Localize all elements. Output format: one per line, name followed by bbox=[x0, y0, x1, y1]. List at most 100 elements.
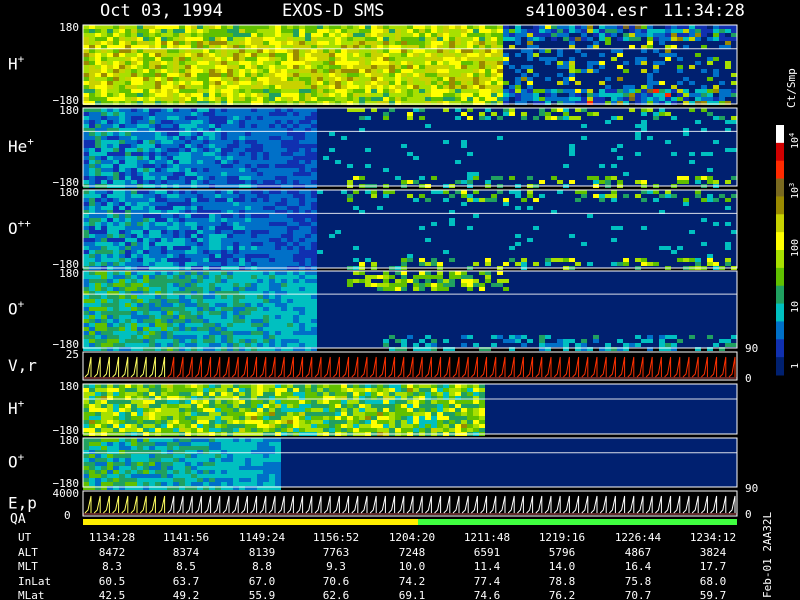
panel-2 bbox=[82, 189, 738, 270]
panel-label-4: V,r bbox=[8, 356, 37, 375]
ephemeris-cell: 9.3 bbox=[326, 560, 346, 573]
ephemeris-row-label: InLat bbox=[18, 575, 51, 588]
ephemeris-cell: 1156:52 bbox=[313, 531, 359, 544]
colorbar-unit: Ct/Smp bbox=[785, 68, 798, 108]
ephemeris-cell: 1204:20 bbox=[389, 531, 435, 544]
ephemeris-cell: 16.4 bbox=[625, 560, 652, 573]
ephemeris-cell: 70.6 bbox=[323, 575, 350, 588]
colorbar-tick-100: 100 bbox=[790, 239, 800, 257]
ephemeris-cell: 49.2 bbox=[173, 589, 200, 600]
right-label-oplus2_90: 90 bbox=[745, 482, 758, 495]
panel-label-7: E,p bbox=[8, 494, 37, 513]
colorbar-swatch bbox=[776, 232, 784, 251]
colorbar-swatch bbox=[776, 142, 784, 162]
ephemeris-cell: 69.1 bbox=[399, 589, 426, 600]
ephemeris-cell: 3824 bbox=[700, 546, 727, 559]
ephemeris-cell: 55.9 bbox=[249, 589, 276, 600]
ephemeris-cell: 70.7 bbox=[625, 589, 652, 600]
ephemeris-cell: 59.7 bbox=[700, 589, 727, 600]
header-instrument: EXOS-D SMS bbox=[282, 1, 384, 21]
ep-zero-label: 0 bbox=[64, 509, 71, 522]
ephemeris-cell: 4867 bbox=[625, 546, 652, 559]
ephemeris-cell: 1226:44 bbox=[615, 531, 662, 544]
ephemeris-cell: 42.5 bbox=[99, 589, 126, 600]
right-label-ep_0: 0 bbox=[745, 508, 752, 521]
panel-7 bbox=[82, 490, 738, 517]
y-top-1: 180 bbox=[59, 104, 79, 117]
colorbar-tick-1: 1 bbox=[790, 363, 800, 369]
colorbar-tick-10: 10 bbox=[790, 301, 800, 313]
ephemeris-cell: 1141:56 bbox=[163, 531, 209, 544]
ephemeris-cell: 5796 bbox=[549, 546, 576, 559]
ephemeris-row-label: MLT bbox=[18, 560, 38, 573]
qa-label: QA bbox=[10, 512, 26, 527]
right-label-sweep_0: 0 bbox=[745, 372, 752, 385]
ephemeris-cell: 77.4 bbox=[474, 575, 501, 588]
header-time: 11:34:28 bbox=[663, 1, 745, 21]
header-file: s4100304.esr bbox=[525, 1, 648, 21]
ephemeris-cell: 8.3 bbox=[102, 560, 122, 573]
ephemeris-cell: 74.6 bbox=[474, 589, 501, 600]
y-top-0: 180 bbox=[59, 21, 79, 34]
colorbar-swatch bbox=[776, 250, 784, 269]
ephemeris-row-label: UT bbox=[18, 531, 32, 544]
ephemeris-cell: 1149:24 bbox=[239, 531, 286, 544]
colorbar-swatch bbox=[776, 303, 784, 322]
ephemeris-cell: 8.5 bbox=[176, 560, 196, 573]
ephemeris-cell: 10.0 bbox=[399, 560, 426, 573]
spectrogram-panels bbox=[82, 24, 738, 517]
colorbar-swatch bbox=[776, 178, 784, 197]
ephemeris-cell: 14.0 bbox=[549, 560, 576, 573]
colorbar-swatch bbox=[776, 125, 784, 144]
ephemeris-cell: 63.7 bbox=[173, 575, 200, 588]
y-top-4: 25 bbox=[66, 348, 79, 361]
panel-3 bbox=[82, 270, 738, 351]
ephemeris-cell: 76.2 bbox=[549, 589, 576, 600]
ephemeris-cell: 75.8 bbox=[625, 575, 652, 588]
colorbar-swatch bbox=[776, 267, 784, 287]
ephemeris-cell: 68.0 bbox=[700, 575, 727, 588]
panel-6 bbox=[82, 437, 738, 490]
ephemeris-cell: 8374 bbox=[173, 546, 200, 559]
right-label-sweep_90: 90 bbox=[745, 342, 758, 355]
y-top-3: 180 bbox=[59, 267, 79, 280]
ephemeris-cell: 60.5 bbox=[99, 575, 126, 588]
ephemeris-cell: 17.7 bbox=[700, 560, 727, 573]
colorbar-swatch bbox=[776, 196, 784, 215]
ephemeris-cell: 7248 bbox=[399, 546, 426, 559]
qa-bar-yellow bbox=[83, 519, 418, 525]
colorbar-swatch bbox=[776, 285, 784, 305]
ephemeris-cell: 8472 bbox=[99, 546, 126, 559]
ephemeris-cell: 67.0 bbox=[249, 575, 276, 588]
ephemeris-cell: 8139 bbox=[249, 546, 276, 559]
panel-4 bbox=[82, 351, 738, 381]
y-top-7: 4000 bbox=[53, 487, 80, 500]
ephemeris-row-label: MLat bbox=[18, 589, 45, 600]
qa-bar-green bbox=[418, 519, 737, 525]
ephemeris-cell: 6591 bbox=[474, 546, 501, 559]
y-top-5: 180 bbox=[59, 380, 79, 393]
ephemeris-cell: 62.6 bbox=[323, 589, 350, 600]
ephemeris-cell: 74.2 bbox=[399, 575, 426, 588]
ephemeris-row-label: ALT bbox=[18, 546, 38, 559]
panel-0 bbox=[82, 24, 738, 105]
colorbar-swatch bbox=[776, 160, 784, 180]
colorbar-swatch bbox=[776, 321, 784, 340]
header-date: Oct 03, 1994 bbox=[100, 1, 223, 21]
ephemeris-cell: 11.4 bbox=[474, 560, 501, 573]
ephemeris-cell: 78.8 bbox=[549, 575, 576, 588]
ephemeris-cell: 1234:12 bbox=[690, 531, 736, 544]
ephemeris-cell: 1219:16 bbox=[539, 531, 585, 544]
ephemeris-cell: 1211:48 bbox=[464, 531, 510, 544]
colorbar-swatch bbox=[776, 339, 784, 358]
ephemeris-cell: 7763 bbox=[323, 546, 350, 559]
side-stamp: Feb-01 2AA32L bbox=[761, 512, 774, 598]
y-top-6: 180 bbox=[59, 434, 79, 447]
spectrogram-figure: Oct 03, 1994 EXOS-D SMS s4100304.esr 11:… bbox=[0, 0, 800, 600]
ephemeris-cell: 1134:28 bbox=[89, 531, 135, 544]
panel-5 bbox=[82, 383, 738, 436]
ephemeris-cell: 8.8 bbox=[252, 560, 272, 573]
colorbar-swatch bbox=[776, 357, 784, 376]
panel-1 bbox=[82, 107, 738, 188]
y-top-2: 180 bbox=[59, 186, 79, 199]
